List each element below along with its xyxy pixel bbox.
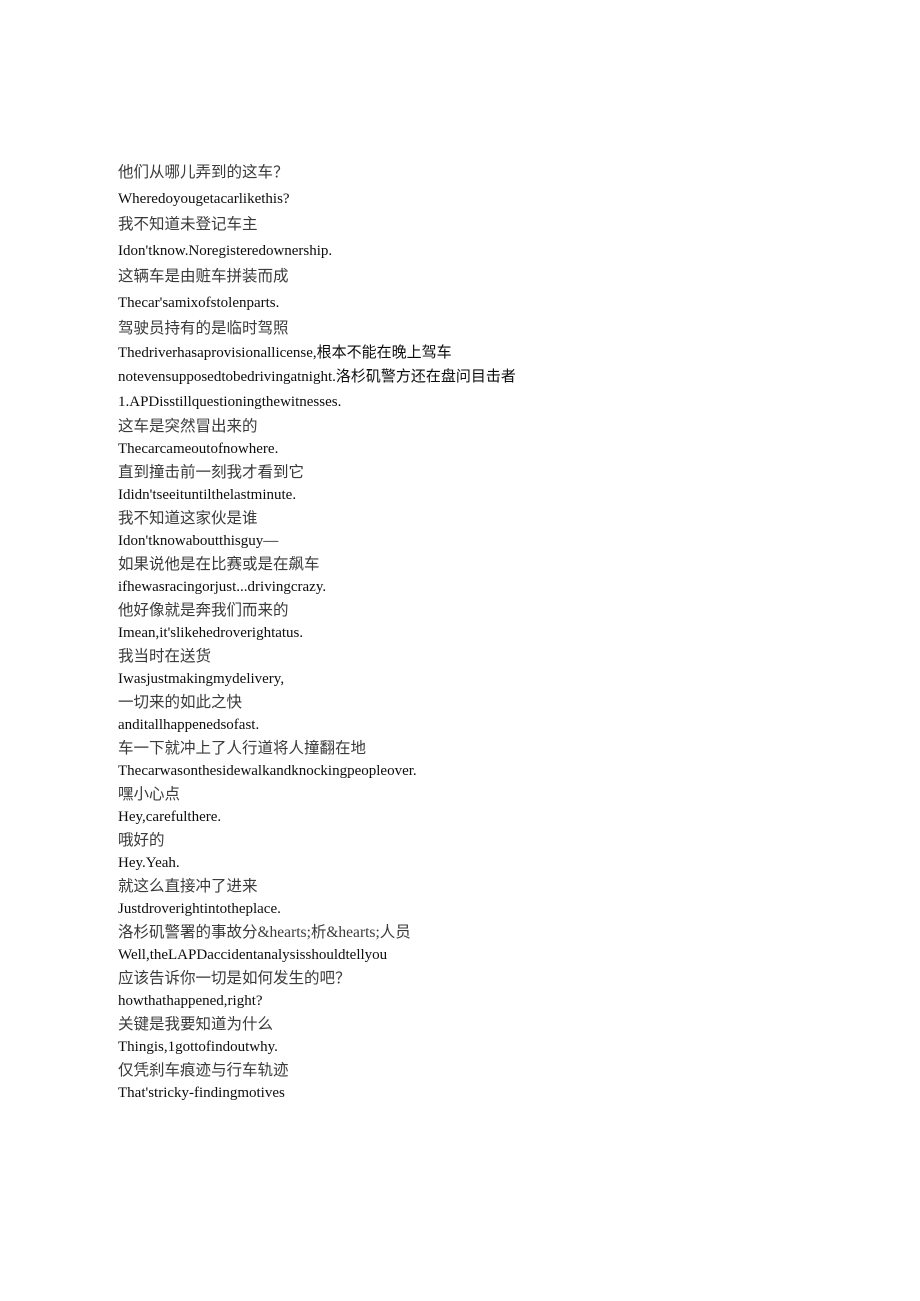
document-page: 他们从哪儿弄到的这车？ Wheredoyougetacarlikethis? 我不知…: [0, 0, 920, 1301]
subtitle-line-translation: 1.APDisstillquestioningthewitnesses.: [118, 394, 342, 410]
subtitle-line-source: 我不知道这家伙是谁: [118, 510, 258, 527]
transcript-block: 他们从哪儿弄到的这车？ Wheredoyougetacarlikethis? 我不知…: [118, 160, 838, 415]
subtitle-line-source: 他们从哪儿弄到的这车？: [118, 164, 289, 181]
subtitle-line-translation: Justdroverightintotheplace.: [118, 901, 281, 917]
subtitle-line-source: 驾驶员持有的是临时驾照: [118, 320, 289, 337]
subtitle-line-translation: anditallhappenedsofast.: [118, 717, 260, 733]
subtitle-line-source: 仅凭刹车痕迹与行车轨迹: [118, 1062, 289, 1079]
subtitle-line-source: 应该告诉你一切是如何发生的吧？: [118, 970, 351, 987]
subtitle-line-translation: Thecarcameoutofnowhere.: [118, 441, 279, 457]
transcript-body: 他们从哪儿弄到的这车？ Wheredoyougetacarlikethis? 我不知…: [118, 160, 838, 1105]
subtitle-line-translation: That'stricky-findingmotives: [118, 1085, 285, 1101]
subtitle-line-source: 这辆车是由赃车拼装而成: [118, 268, 289, 285]
subtitle-line-translation: Idon'tknowaboutthisguy—: [118, 533, 279, 549]
subtitle-line-translation: Ididn'tseeituntilthelastminute.: [118, 487, 297, 503]
subtitle-line-source: 嘿小心点: [118, 786, 181, 803]
subtitle-line-translation: Imean,it'slikehedroverightatus.: [118, 625, 304, 641]
transcript-blocks: 他们从哪儿弄到的这车？ Wheredoyougetacarlikethis? 我不知…: [118, 160, 838, 1105]
subtitle-line-translation: Thingis,1gottofindoutwhy.: [118, 1039, 278, 1055]
subtitle-line-translation: howthathappened,right?: [118, 993, 263, 1009]
subtitle-line-translation: Thecar'samixofstolenparts.: [118, 295, 280, 311]
subtitle-line-source: 一切来的如此之快: [118, 694, 243, 711]
subtitle-line-translation: Well,theLAPDaccidentanalysisshouldtellyo…: [118, 947, 388, 963]
subtitle-line-source: 直到撞击前一刻我才看到它: [118, 464, 305, 481]
subtitle-line-translation: Wheredoyougetacarlikethis?: [118, 191, 290, 207]
subtitle-line-translation: Hey.Yeah.: [118, 855, 180, 871]
subtitle-line-mixed: Thedriverhasaprovisionallicense,根本不能在晚上驾…: [118, 345, 516, 385]
subtitle-line-source: 他好像就是奔我们而来的: [118, 602, 289, 619]
subtitle-line-source: 关键是我要知道为什么: [118, 1016, 274, 1033]
subtitle-line-source: 我当时在送货: [118, 648, 212, 665]
subtitle-line-source: 这车是突然冒出来的: [118, 418, 258, 435]
subtitle-line-translation: Idon'tknow.Noregisteredownership.: [118, 243, 333, 259]
subtitle-line-source: 就这么直接冲了进来: [118, 878, 258, 895]
subtitle-line-source: 如果说他是在比赛或是在飙车: [118, 556, 320, 573]
subtitle-line-translation: ifhewasracingorjust...drivingcrazy.: [118, 579, 327, 595]
subtitle-line-source: 我不知道未登记车主: [118, 216, 258, 233]
subtitle-line-translation: Thecarwasonthesidewalkandknockingpeopleo…: [118, 763, 417, 779]
subtitle-line-source: 车一下就冲上了人行道将人撞翻在地: [118, 740, 367, 757]
subtitle-line-translation: Iwasjustmakingmydelivery,: [118, 671, 285, 687]
subtitle-line-translation: Hey,carefulthere.: [118, 809, 222, 825]
subtitle-line-source: 哦好的: [118, 832, 165, 849]
transcript-block: 这车是突然冒出来的 Thecarcameoutofnowhere. 直到撞击前一刻我…: [118, 415, 838, 1105]
subtitle-line-source: 洛杉矶警署的事故分&hearts;析&hearts;人员: [118, 924, 411, 941]
